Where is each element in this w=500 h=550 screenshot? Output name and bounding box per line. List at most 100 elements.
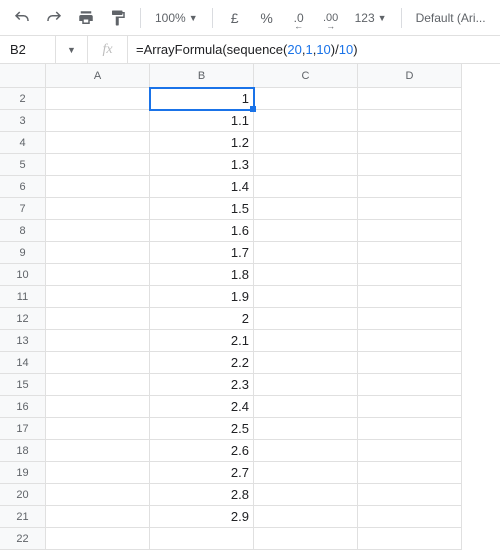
cell[interactable] (46, 110, 150, 132)
select-all-corner[interactable] (0, 64, 46, 88)
cell[interactable]: 1.3 (150, 154, 254, 176)
cell[interactable] (254, 132, 358, 154)
print-button[interactable] (72, 4, 100, 32)
formula-input[interactable]: =ArrayFormula(sequence(20,1,10)/10) (128, 36, 500, 63)
cell[interactable]: 2.7 (150, 462, 254, 484)
cell[interactable] (358, 264, 462, 286)
cell[interactable] (46, 440, 150, 462)
cell[interactable] (46, 308, 150, 330)
cell[interactable] (254, 264, 358, 286)
percent-button[interactable]: % (253, 4, 281, 32)
cell[interactable] (254, 396, 358, 418)
cell[interactable] (358, 110, 462, 132)
row-header[interactable]: 3 (0, 110, 46, 132)
decrease-decimal-button[interactable]: .0 ← (285, 4, 313, 32)
cell[interactable]: 2.8 (150, 484, 254, 506)
cell[interactable] (46, 220, 150, 242)
row-header[interactable]: 7 (0, 198, 46, 220)
row-header[interactable]: 16 (0, 396, 46, 418)
cell[interactable] (358, 330, 462, 352)
cell[interactable]: 2.5 (150, 418, 254, 440)
cell[interactable] (254, 88, 358, 110)
column-header[interactable]: A (46, 64, 150, 88)
cell[interactable] (254, 308, 358, 330)
row-header[interactable]: 10 (0, 264, 46, 286)
cell[interactable] (358, 154, 462, 176)
cell[interactable] (46, 154, 150, 176)
cell[interactable] (46, 242, 150, 264)
cell[interactable] (358, 242, 462, 264)
row-header[interactable]: 11 (0, 286, 46, 308)
number-format-dropdown[interactable]: 123 ▼ (349, 11, 393, 25)
row-header[interactable]: 13 (0, 330, 46, 352)
increase-decimal-button[interactable]: .00 → (317, 4, 345, 32)
column-header[interactable]: B (150, 64, 254, 88)
cell[interactable] (254, 220, 358, 242)
column-header[interactable]: C (254, 64, 358, 88)
cell[interactable] (358, 374, 462, 396)
row-header[interactable]: 9 (0, 242, 46, 264)
cell[interactable] (46, 418, 150, 440)
cell[interactable] (150, 528, 254, 550)
cell[interactable] (254, 374, 358, 396)
cell[interactable] (254, 110, 358, 132)
row-header[interactable]: 19 (0, 462, 46, 484)
cell[interactable] (358, 484, 462, 506)
row-header[interactable]: 15 (0, 374, 46, 396)
cell[interactable]: 1.8 (150, 264, 254, 286)
currency-button[interactable]: £ (221, 4, 249, 32)
cell[interactable] (358, 308, 462, 330)
column-header[interactable]: D (358, 64, 462, 88)
cell[interactable] (46, 132, 150, 154)
row-header[interactable]: 5 (0, 154, 46, 176)
cell[interactable] (358, 418, 462, 440)
row-header[interactable]: 2 (0, 88, 46, 110)
cell[interactable]: 1.2 (150, 132, 254, 154)
font-dropdown[interactable]: Default (Ari... (410, 11, 492, 25)
zoom-dropdown[interactable]: 100% ▼ (149, 11, 204, 25)
cell-reference-dropdown[interactable]: ▼ (56, 36, 88, 63)
redo-button[interactable] (40, 4, 68, 32)
cell[interactable]: 2.4 (150, 396, 254, 418)
cell[interactable] (254, 462, 358, 484)
cell[interactable]: 1.6 (150, 220, 254, 242)
cell[interactable]: 2.3 (150, 374, 254, 396)
cell[interactable]: 1 (150, 88, 254, 110)
cell[interactable]: 2.2 (150, 352, 254, 374)
cell[interactable]: 2.6 (150, 440, 254, 462)
row-header[interactable]: 20 (0, 484, 46, 506)
cell-reference[interactable]: B2 (0, 36, 56, 63)
cell[interactable]: 2 (150, 308, 254, 330)
cell[interactable] (358, 132, 462, 154)
cell[interactable] (358, 506, 462, 528)
cell[interactable] (254, 198, 358, 220)
cell[interactable] (46, 330, 150, 352)
row-header[interactable]: 21 (0, 506, 46, 528)
cell[interactable] (358, 198, 462, 220)
cell[interactable] (46, 352, 150, 374)
cell[interactable] (358, 528, 462, 550)
cell[interactable] (358, 462, 462, 484)
cell[interactable] (46, 396, 150, 418)
cell[interactable] (254, 440, 358, 462)
undo-button[interactable] (8, 4, 36, 32)
paint-format-button[interactable] (104, 4, 132, 32)
cell[interactable] (254, 528, 358, 550)
row-header[interactable]: 6 (0, 176, 46, 198)
cell[interactable] (358, 88, 462, 110)
row-header[interactable]: 8 (0, 220, 46, 242)
cell[interactable] (46, 484, 150, 506)
cell[interactable]: 1.7 (150, 242, 254, 264)
cell[interactable] (358, 396, 462, 418)
row-header[interactable]: 22 (0, 528, 46, 550)
cell[interactable] (254, 506, 358, 528)
cell[interactable] (46, 286, 150, 308)
row-header[interactable]: 14 (0, 352, 46, 374)
cell[interactable] (46, 374, 150, 396)
cell[interactable] (46, 462, 150, 484)
cell[interactable] (358, 440, 462, 462)
cell[interactable] (254, 154, 358, 176)
cell[interactable] (358, 220, 462, 242)
row-header[interactable]: 18 (0, 440, 46, 462)
cell[interactable] (254, 330, 358, 352)
